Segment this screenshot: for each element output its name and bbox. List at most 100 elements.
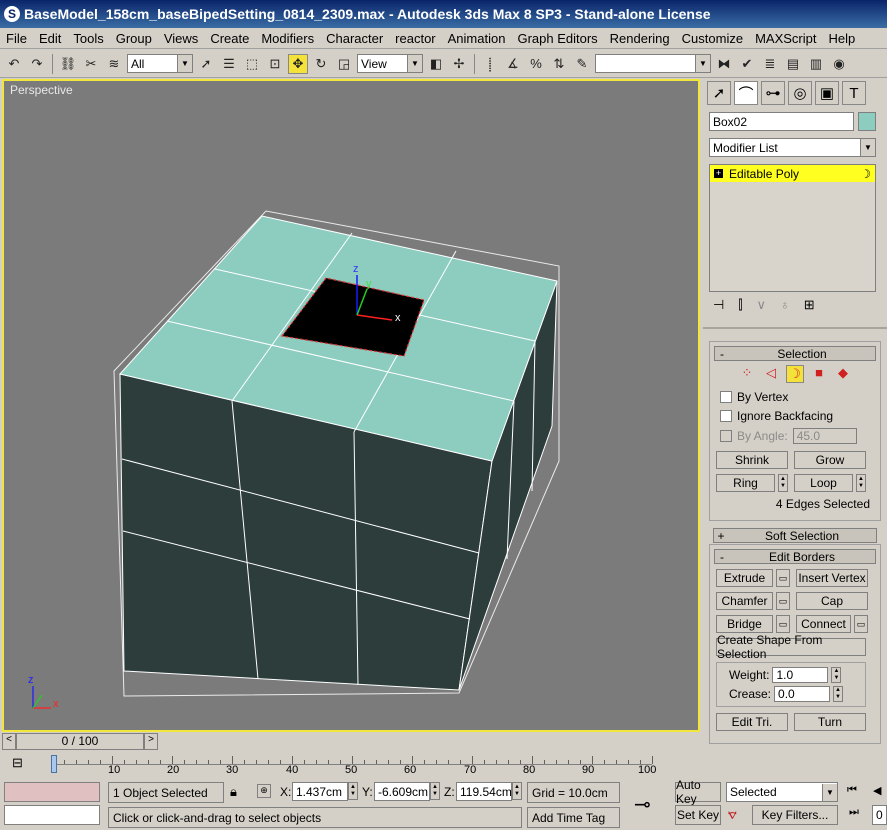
y-spinner[interactable]: ▲ ▼	[430, 782, 440, 800]
link-icon[interactable]: ⛓	[58, 54, 78, 74]
loop-button[interactable]: Loop	[794, 474, 853, 492]
select-scale-icon[interactable]: ◲	[334, 54, 354, 74]
menu-customize[interactable]: Customize	[676, 31, 749, 46]
stack-item-editable-poly[interactable]: + Editable Poly ☽	[710, 165, 875, 182]
redo-icon[interactable]: ↷	[27, 54, 47, 74]
align-icon[interactable]: ✔	[737, 54, 757, 74]
angle-snap-icon[interactable]: ∡	[503, 54, 523, 74]
checkbox-box[interactable]	[720, 391, 732, 403]
material-editor-icon[interactable]: ◉	[829, 54, 849, 74]
y-coordinate-field[interactable]: -6.609cm	[374, 782, 430, 801]
polygon-mode-icon[interactable]: ■	[810, 365, 828, 383]
edit-borders-rollout-header[interactable]: - Edit Borders	[714, 549, 876, 564]
object-name-field[interactable]: Box02	[709, 112, 854, 131]
motion-tab-icon[interactable]: ◎	[788, 81, 812, 105]
named-selection-dropdown[interactable]: ▼	[595, 54, 711, 73]
select-move-icon[interactable]: ✥	[288, 53, 308, 74]
schematic-view-icon[interactable]: ▥	[806, 54, 826, 74]
object-color-swatch[interactable]	[858, 112, 876, 131]
select-object-icon[interactable]: ➚	[196, 54, 216, 74]
select-by-name-icon[interactable]: ☰	[219, 54, 239, 74]
crease-field[interactable]: 0.0	[774, 686, 831, 702]
percent-snap-icon[interactable]: %	[526, 54, 546, 74]
connect-button[interactable]: Connect	[796, 615, 851, 633]
snap-toggle-icon[interactable]: ⸽	[480, 54, 500, 74]
maxscript-input[interactable]	[4, 805, 100, 825]
menu-views[interactable]: Views	[158, 31, 204, 46]
mirror-icon[interactable]: ⧓	[714, 54, 734, 74]
display-tab-icon[interactable]: ▣	[815, 81, 839, 105]
key-mode-dropdown[interactable]: Selected ▼	[726, 782, 838, 802]
time-slider[interactable]: < 0 / 100 >	[2, 733, 700, 750]
unlink-icon[interactable]: ✂	[81, 54, 101, 74]
edit-named-selection-icon[interactable]: ✎	[572, 54, 592, 74]
menu-edit[interactable]: Edit	[33, 31, 67, 46]
spinner-snap-icon[interactable]: ⇅	[549, 54, 569, 74]
previous-frame-icon[interactable]: ◀	[873, 784, 881, 797]
menu-create[interactable]: Create	[204, 31, 255, 46]
prev-frame-icon[interactable]: <	[2, 733, 16, 750]
menu-group[interactable]: Group	[110, 31, 158, 46]
vertex-mode-icon[interactable]: ⁘	[738, 365, 756, 383]
expand-icon[interactable]: +	[714, 169, 723, 178]
extrude-button[interactable]: Extrude	[716, 569, 773, 587]
current-frame-marker[interactable]	[51, 755, 57, 773]
key-mode-toggle-icon[interactable]: ⏭	[849, 806, 859, 819]
ignore-backfacing-checkbox[interactable]: Ignore Backfacing	[720, 409, 880, 423]
menu-rendering[interactable]: Rendering	[604, 31, 676, 46]
x-spinner[interactable]: ▲ ▼	[348, 782, 358, 800]
curve-editor-icon[interactable]: ▤	[783, 54, 803, 74]
ring-button[interactable]: Ring	[716, 474, 775, 492]
time-slider-thumb[interactable]: 0 / 100	[16, 733, 144, 750]
z-coordinate-field[interactable]: 119.54cm	[456, 782, 512, 801]
next-frame-icon[interactable]: >	[144, 733, 158, 750]
x-coordinate-field[interactable]: 1.437cm	[292, 782, 348, 801]
shrink-button[interactable]: Shrink	[716, 451, 788, 469]
key-mode-icon[interactable]: ⊸	[634, 792, 651, 817]
pivot-center-icon[interactable]: ◧	[426, 54, 446, 74]
select-rotate-icon[interactable]: ↻	[311, 54, 331, 74]
absolute-mode-icon[interactable]: ⊕	[257, 784, 271, 798]
modify-tab-icon[interactable]: ⌒	[734, 81, 758, 105]
menu-character[interactable]: Character	[320, 31, 389, 46]
menu-help[interactable]: Help	[822, 31, 861, 46]
weight-field[interactable]: 1.0	[772, 667, 829, 683]
selection-rollout-header[interactable]: - Selection	[714, 346, 876, 361]
add-time-tag-button[interactable]: Add Time Tag	[527, 807, 620, 828]
menu-animation[interactable]: Animation	[442, 31, 512, 46]
create-tab-icon[interactable]: ➚	[707, 81, 731, 105]
undo-icon[interactable]: ↶	[4, 54, 24, 74]
key-filters-button[interactable]: Key Filters...	[752, 805, 838, 825]
reference-coordinate-dropdown[interactable]: View ▼	[357, 54, 423, 73]
extrude-settings-icon[interactable]: ▭	[776, 569, 790, 587]
checkbox-box[interactable]	[720, 410, 732, 422]
insert-vertex-button[interactable]: Insert Vertex	[796, 569, 868, 587]
menu-reactor[interactable]: reactor	[389, 31, 441, 46]
loop-spinner[interactable]: ▲ ▼	[856, 474, 866, 492]
auto-key-button[interactable]: Auto Key	[675, 778, 721, 806]
menu-modifiers[interactable]: Modifiers	[255, 31, 320, 46]
pin-stack-icon[interactable]: ⊣	[713, 297, 724, 313]
soft-selection-rollout-header[interactable]: + Soft Selection	[713, 528, 877, 543]
ring-spinner[interactable]: ▲ ▼	[778, 474, 788, 492]
connect-settings-icon[interactable]: ▭	[854, 615, 868, 633]
weight-spinner[interactable]: ▲ ▼	[831, 667, 842, 683]
default-in-out-tangent-icon[interactable]: ⦡	[728, 806, 737, 823]
current-frame-field[interactable]: 0	[872, 805, 887, 825]
lock-selection-icon[interactable]: 🔒︎	[230, 784, 237, 800]
go-to-start-icon[interactable]: ⏮	[847, 784, 857, 797]
crease-spinner[interactable]: ▲ ▼	[833, 686, 844, 702]
maxscript-listener-mini[interactable]	[4, 782, 100, 802]
bridge-settings-icon[interactable]: ▭	[776, 615, 790, 633]
utilities-tab-icon[interactable]: T	[842, 81, 866, 105]
show-end-result-icon[interactable]: ⫿	[738, 297, 742, 313]
viewport-label[interactable]: Perspective	[10, 83, 73, 97]
turn-button[interactable]: Turn	[794, 713, 866, 731]
manipulate-icon[interactable]: ✢	[449, 54, 469, 74]
selection-filter-dropdown[interactable]: All ▼	[127, 54, 193, 73]
hierarchy-tab-icon[interactable]: ⊶	[761, 81, 785, 105]
mini-curve-editor-icon[interactable]: ⊟	[12, 755, 23, 771]
menu-tools[interactable]: Tools	[67, 31, 109, 46]
modifier-list-dropdown[interactable]: Modifier List ▼	[709, 138, 876, 157]
chamfer-button[interactable]: Chamfer	[716, 592, 773, 610]
